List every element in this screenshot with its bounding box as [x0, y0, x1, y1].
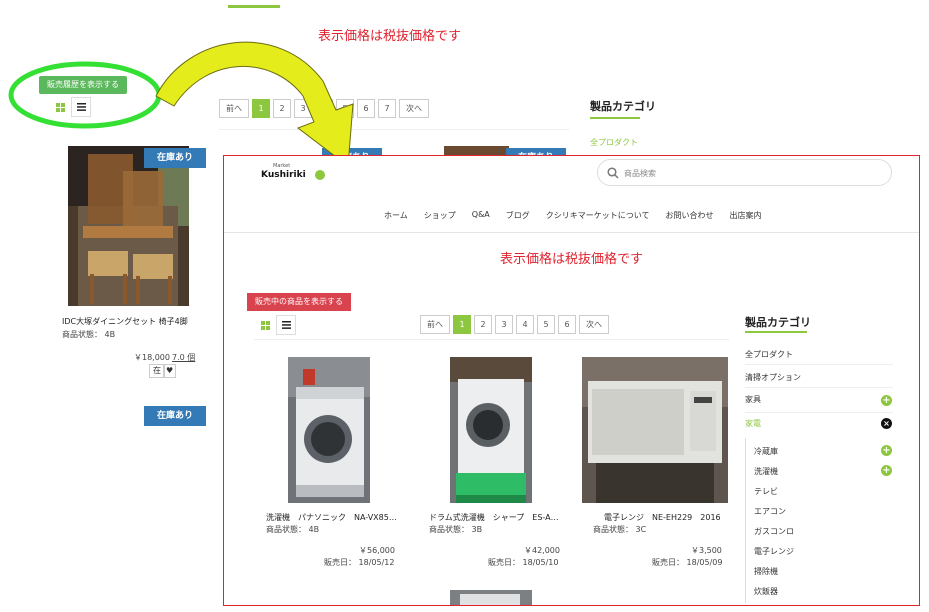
product-price-2: ￥42,000 [524, 546, 560, 555]
sidebar-item-appliances[interactable]: 家電 [745, 418, 761, 429]
subcategory-washer[interactable]: 洗濯機 [754, 466, 778, 477]
front-pager-page-4[interactable]: 4 [516, 315, 534, 334]
sidebar-item-cleaning[interactable]: 清掃オプション [745, 372, 801, 383]
search-input[interactable]: 商品検索 [624, 168, 656, 179]
main-nav: ホーム ショップ Q&A ブログ クシリキマーケットについて お問い合わせ 出店… [384, 210, 762, 221]
list-view-icon-front[interactable] [276, 315, 296, 335]
back-sidebar-all-products[interactable]: 全プロダクト [590, 137, 638, 148]
subcategory-vacuum[interactable]: 掃除機 [754, 566, 778, 577]
sidebar-title-rule [745, 331, 807, 333]
show-on-sale-button[interactable]: 販売中の商品を表示する [247, 293, 351, 311]
pager-next[interactable]: 次へ [399, 99, 429, 118]
front-pager-next[interactable]: 次へ [579, 315, 609, 334]
nav-shop[interactable]: ショップ [424, 210, 456, 221]
search-box[interactable]: 商品検索 [597, 159, 892, 186]
back-product-price: ￥18,000 [134, 353, 170, 362]
sidebar-item-all-products[interactable]: 全プロダクト [745, 349, 793, 360]
sidebar-sep-2 [745, 387, 893, 388]
product-image-partial [450, 590, 532, 605]
subcategory-microwave[interactable]: 電子レンジ [754, 546, 794, 557]
sidebar-sep-1 [745, 364, 893, 365]
expand-washer-icon[interactable]: + [881, 465, 892, 476]
search-icon [607, 167, 619, 179]
highlight-ellipse [8, 61, 162, 129]
back-product-qty: 7.0 個 [172, 353, 196, 362]
subcategory-rail [745, 438, 746, 603]
product-name-3[interactable]: 電子レンジ NE-EH229 2016 [604, 512, 721, 523]
subcategory-gas-stove[interactable]: ガスコンロ [754, 526, 794, 537]
back-sidebar-rule [590, 117, 640, 119]
product-price-1: ￥56,000 [359, 546, 395, 555]
product-name-2[interactable]: ドラム式洗濯機 シャープ ES-A… [429, 512, 559, 523]
site-logo[interactable]: Market Kushiriki [259, 162, 329, 184]
front-pager-page-1[interactable]: 1 [453, 315, 471, 334]
product-condition-2: 商品状態： 3B [429, 525, 483, 534]
product-image-washer-panasonic[interactable] [288, 357, 370, 503]
top-green-underline [228, 5, 280, 8]
nav-home[interactable]: ホーム [384, 210, 408, 221]
sidebar-item-furniture[interactable]: 家具 [745, 394, 761, 405]
sidebar-title: 製品カテゴリ [745, 316, 811, 329]
front-pager-page-5[interactable]: 5 [537, 315, 555, 334]
back-product-name[interactable]: IDC大塚ダイニングセット 椅子4脚 [62, 316, 188, 327]
product-price-3: ￥3,500 [691, 546, 722, 555]
price-note: 表示価格は税抜価格です [500, 252, 644, 267]
product-name-1[interactable]: 洗濯機 パナソニック NA-VX85… [266, 512, 397, 523]
product-sold-date-2: 販売日： 18/05/10 [488, 558, 559, 567]
header-divider [224, 232, 919, 233]
logo-tagline: Market [273, 163, 291, 169]
expand-furniture-icon[interactable]: + [881, 395, 892, 406]
product-sold-date-3: 販売日： 18/05/09 [652, 558, 723, 567]
expand-refrigerator-icon[interactable]: + [881, 445, 892, 456]
product-condition-3: 商品状態： 3C [593, 525, 647, 534]
front-pagination: 前へ 1 2 3 4 5 6 次へ [420, 315, 609, 334]
logo-leaf-icon [315, 170, 325, 180]
front-pager-prev[interactable]: 前へ [420, 315, 450, 334]
front-list-divider [254, 339, 729, 340]
in-stock-badge-2: 在庫あり [144, 406, 206, 426]
nav-contact[interactable]: お問い合わせ [666, 210, 714, 221]
front-pager-page-2[interactable]: 2 [474, 315, 492, 334]
sidebar-sep-3 [745, 412, 893, 413]
logo-name: Kushiriki [261, 170, 306, 180]
collapse-appliances-icon[interactable]: × [881, 418, 892, 429]
product-condition-1: 商品状態： 4B [266, 525, 320, 534]
product-image-washer-sharp[interactable] [450, 357, 532, 503]
nav-about[interactable]: クシリキマーケットについて [546, 210, 650, 221]
subcategory-rice-cooker[interactable]: 炊飯器 [754, 586, 778, 597]
back-sidebar-title: 製品カテゴリ [590, 100, 656, 113]
nav-blog[interactable]: ブログ [506, 210, 530, 221]
front-pager-page-3[interactable]: 3 [495, 315, 513, 334]
subcategory-aircon[interactable]: エアコン [754, 506, 786, 517]
pager-page-7[interactable]: 7 [378, 99, 396, 118]
subcategory-refrigerator[interactable]: 冷蔵庫 [754, 446, 778, 457]
product-image-microwave[interactable] [582, 357, 728, 503]
subcategory-tv[interactable]: テレビ [754, 486, 778, 497]
back-product-condition: 商品状態： 4B [62, 330, 116, 339]
product-sold-date-1: 販売日： 18/05/12 [324, 558, 395, 567]
nav-qa[interactable]: Q&A [472, 210, 490, 221]
grid-view-icon-front[interactable] [255, 315, 275, 335]
front-pager-page-6[interactable]: 6 [558, 315, 576, 334]
wishlist-heart-icon[interactable]: ♥ [163, 364, 177, 378]
curved-arrow [155, 41, 354, 167]
front-page-frame: Market Kushiriki 商品検索 ホーム ショップ Q&A ブログ ク… [223, 155, 920, 606]
nav-seller-info[interactable]: 出店案内 [730, 210, 762, 221]
